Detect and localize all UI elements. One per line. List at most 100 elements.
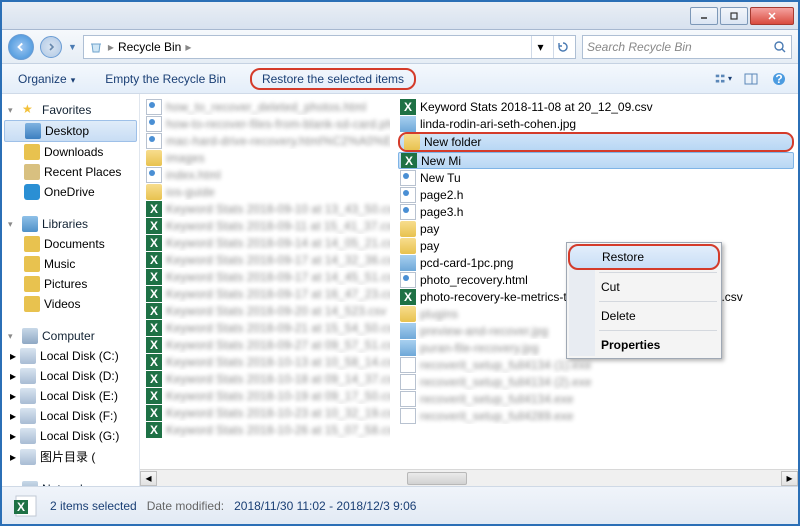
nav-group-libraries[interactable]: ▾Libraries <box>4 214 137 234</box>
nav-item-recent-places[interactable]: Recent Places <box>4 162 137 182</box>
forward-button[interactable] <box>40 36 62 58</box>
file-item[interactable]: ios-guide <box>144 183 390 200</box>
file-item[interactable]: recoverit_setup_full4134.exe <box>398 390 794 407</box>
help-button[interactable]: ? <box>770 70 788 88</box>
ctx-cut[interactable]: Cut <box>569 276 719 298</box>
file-item[interactable]: XKeyword Stats 2018-09-10 at 13_43_50.cs… <box>144 200 390 217</box>
file-item[interactable]: XKeyword Stats 2018-10-26 at 15_07_58.cs… <box>144 421 390 438</box>
organize-button[interactable]: Organize <box>12 69 81 89</box>
file-item[interactable]: XKeyword Stats 2018-10-19 at 09_17_50.cs… <box>144 387 390 404</box>
file-name: puran-file-recovery.jpg <box>420 341 539 355</box>
file-item[interactable]: how-to-recover-files-from-blank-sd-card.… <box>144 115 390 132</box>
file-item[interactable]: recoverit_setup_full4134 (2).exe <box>398 373 794 390</box>
file-item[interactable]: XKeyword Stats 2018-09-14 at 14_05_21.cs… <box>144 234 390 251</box>
refresh-button[interactable] <box>553 36 571 58</box>
excel-file-icon: X <box>12 492 40 520</box>
file-name: Keyword Stats 2018-10-19 at 09_17_50.csv <box>166 389 390 403</box>
nav-group-computer[interactable]: ▾Computer <box>4 326 137 346</box>
nav-item-disk-e[interactable]: ▸Local Disk (E:) <box>4 386 137 406</box>
file-item[interactable]: XKeyword Stats 2018-09-17 at 14_32_36.cs… <box>144 251 390 268</box>
nav-group-favorites[interactable]: ▾★Favorites <box>4 100 137 120</box>
downloads-icon <box>24 144 40 160</box>
file-name: Keyword Stats 2018-09-17 at 14_45_51.csv <box>166 270 390 284</box>
nav-item-downloads[interactable]: Downloads <box>4 142 137 162</box>
close-button[interactable] <box>750 7 794 25</box>
nav-item-disk-g[interactable]: ▸Local Disk (G:) <box>4 426 137 446</box>
history-dropdown-icon[interactable]: ▼ <box>68 42 77 52</box>
file-item[interactable]: how_to_recover_deleted_photos.html <box>144 98 390 115</box>
nav-item-documents[interactable]: Documents <box>4 234 137 254</box>
ctx-delete[interactable]: Delete <box>569 305 719 327</box>
scroll-thumb[interactable] <box>407 472 467 485</box>
file-item[interactable]: XKeyword Stats 2018-10-18 at 09_14_37.cs… <box>144 370 390 387</box>
maximize-button[interactable] <box>720 7 748 25</box>
view-options-button[interactable]: ▾ <box>714 70 732 88</box>
excel-icon: X <box>146 303 162 319</box>
file-item[interactable]: XKeyword Stats 2018-09-27 at 09_57_51.cs… <box>144 336 390 353</box>
file-item[interactable]: XKeyword Stats 2018-09-21 at 15_54_50.cs… <box>144 319 390 336</box>
search-box[interactable]: Search Recycle Bin <box>582 35 792 59</box>
scroll-right-button[interactable]: ▸ <box>781 471 798 486</box>
nav-item-onedrive[interactable]: OneDrive <box>4 182 137 202</box>
address-dropdown[interactable]: ▾ <box>531 36 549 58</box>
file-item[interactable]: page2.h <box>398 186 794 203</box>
file-item[interactable]: recoverit_setup_full4289.exe <box>398 407 794 424</box>
network-icon <box>22 481 38 486</box>
file-item[interactable]: XKeyword Stats 2018-09-20 at 14_523.csv <box>144 302 390 319</box>
file-item[interactable]: New folder <box>398 132 794 152</box>
file-item[interactable]: XNew Mi <box>398 152 794 169</box>
file-item[interactable]: XKeyword Stats 2018-09-11 at 15_41_37.cs… <box>144 217 390 234</box>
svg-text:X: X <box>150 304 158 318</box>
file-item[interactable]: XKeyword Stats 2018-09-17 at 14_45_51.cs… <box>144 268 390 285</box>
excel-icon: X <box>146 218 162 234</box>
file-item[interactable]: pay <box>398 220 794 237</box>
nav-item-desktop[interactable]: Desktop <box>4 120 137 142</box>
file-item[interactable]: XKeyword Stats 2018-10-23 at 10_32_19.cs… <box>144 404 390 421</box>
minimize-button[interactable] <box>690 7 718 25</box>
file-item[interactable]: X Keyword Stats 2018-10-13 at 10_58_14.cs… <box>144 353 390 370</box>
file-name: page2.h <box>420 188 463 202</box>
file-item[interactable]: XKeyword Stats 2018-09-17 at 16_47_23.cs… <box>144 285 390 302</box>
file-item[interactable]: mac-hard-drive-recovery.html%C2%A0%E2%80 <box>144 132 390 149</box>
breadcrumb-dropdown-icon[interactable]: ▸ <box>185 40 191 54</box>
address-bar[interactable]: ▸ Recycle Bin ▸ ▾ <box>83 35 576 59</box>
preview-pane-button[interactable] <box>742 70 760 88</box>
ctx-properties[interactable]: Properties <box>569 334 719 356</box>
image-icon <box>400 116 416 132</box>
scroll-left-button[interactable]: ◂ <box>140 471 157 486</box>
nav-item-pictures[interactable]: Pictures <box>4 274 137 294</box>
svg-text:X: X <box>404 290 412 304</box>
file-item[interactable]: New Tu <box>398 169 794 186</box>
scroll-track[interactable] <box>157 471 781 486</box>
nav-item-music[interactable]: Music <box>4 254 137 274</box>
back-button[interactable] <box>8 34 34 60</box>
horizontal-scrollbar[interactable]: ◂ ▸ <box>140 469 798 486</box>
empty-recycle-bin-button[interactable]: Empty the Recycle Bin <box>99 69 232 89</box>
file-item[interactable]: linda-rodin-ari-seth-cohen.jpg <box>398 115 794 132</box>
hdd-icon <box>20 408 36 424</box>
file-name: images <box>166 151 205 165</box>
breadcrumb-root[interactable]: ▸ <box>108 40 114 54</box>
file-name: Keyword Stats 2018-09-27 at 09_57_51.csv <box>166 338 390 352</box>
breadcrumb-location[interactable]: Recycle Bin <box>118 40 181 54</box>
folder-icon <box>400 221 416 237</box>
nav-item-disk-c[interactable]: ▸Local Disk (C:) <box>4 346 137 366</box>
excel-icon: X <box>146 201 162 217</box>
nav-item-disk-f[interactable]: ▸Local Disk (F:) <box>4 406 137 426</box>
ctx-restore[interactable]: Restore <box>569 245 719 269</box>
restore-selected-button[interactable]: Restore the selected items <box>250 68 416 90</box>
file-item[interactable]: page3.h <box>398 203 794 220</box>
file-name: Keyword Stats 2018-10-13 at 10_58_14.csv <box>166 355 390 369</box>
libraries-icon <box>22 216 38 232</box>
folder-icon <box>400 306 416 322</box>
svg-text:X: X <box>404 100 412 114</box>
nav-item-extra[interactable]: ▸图片目录 ( <box>4 446 137 467</box>
file-item[interactable]: XKeyword Stats 2018-11-08 at 20_12_09.cs… <box>398 98 794 115</box>
file-item[interactable]: index.html <box>144 166 390 183</box>
svg-text:X: X <box>150 355 158 369</box>
file-item[interactable]: images <box>144 149 390 166</box>
nav-item-videos[interactable]: Videos <box>4 294 137 314</box>
nav-item-disk-d[interactable]: ▸Local Disk (D:) <box>4 366 137 386</box>
file-list[interactable]: how_to_recover_deleted_photos.htmlhow-to… <box>140 94 798 486</box>
nav-group-network[interactable]: ▸Network <box>4 479 137 486</box>
